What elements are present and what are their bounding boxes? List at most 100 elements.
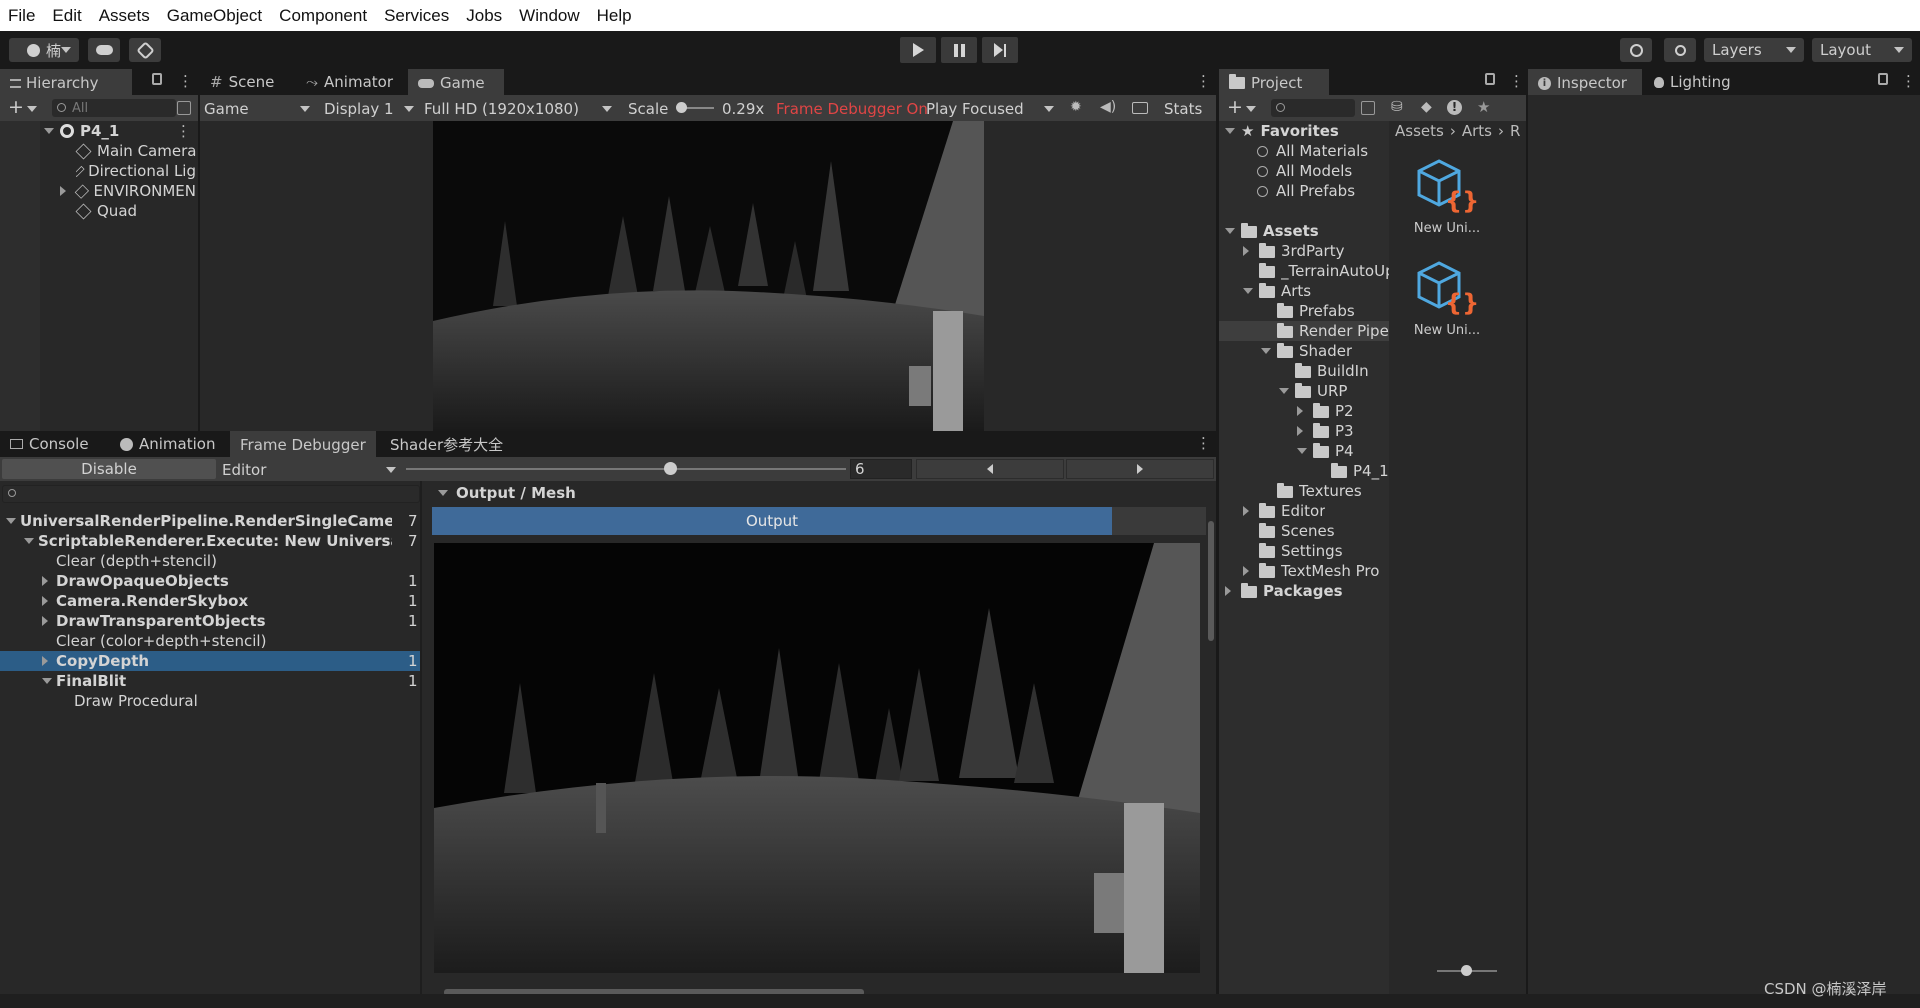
game-view-area[interactable] <box>200 121 1216 431</box>
expand-arrow-icon[interactable] <box>1243 246 1249 256</box>
warning-filter-icon[interactable]: ! <box>1447 100 1462 115</box>
hierarchy-scene-row[interactable]: P4_1 ⋮ <box>44 121 191 141</box>
expand-arrow-icon[interactable] <box>6 518 16 524</box>
search-filter-icon[interactable] <box>1361 101 1375 115</box>
expand-arrow-icon[interactable] <box>1243 288 1253 294</box>
next-event-button[interactable] <box>1066 459 1214 479</box>
add-icon[interactable]: + <box>8 96 24 118</box>
scale-slider[interactable] <box>676 102 714 113</box>
menu-component[interactable]: Component <box>271 6 376 26</box>
hierarchy-item[interactable]: Directional Lig <box>76 161 196 181</box>
project-folder-item[interactable]: P3 <box>1219 421 1389 441</box>
chevron-down-icon[interactable] <box>1246 106 1256 112</box>
project-folder-item[interactable]: _TerrainAutoUp <box>1219 261 1389 281</box>
event-search-input[interactable] <box>2 485 420 503</box>
expand-arrow-icon[interactable] <box>1225 228 1235 234</box>
tab-inspector[interactable]: i Inspector <box>1528 69 1642 95</box>
project-search-input[interactable] <box>1271 99 1355 117</box>
history-button[interactable] <box>1620 38 1652 62</box>
asset-zoom-thumb[interactable] <box>1461 965 1472 976</box>
chevron-down-icon[interactable] <box>27 106 37 112</box>
project-folder-item[interactable]: P4 <box>1219 441 1389 461</box>
step-button[interactable] <box>982 37 1018 63</box>
expand-arrow-icon[interactable] <box>1297 426 1303 436</box>
event-index-field[interactable]: 6 <box>850 459 912 479</box>
add-icon[interactable]: + <box>1227 96 1243 118</box>
speaker-icon[interactable]: ◀) <box>1100 99 1116 115</box>
expand-arrow-icon[interactable] <box>42 576 48 586</box>
asset-item[interactable]: {} New Uni... <box>1413 259 1485 349</box>
project-folder-item[interactable]: Assets <box>1219 221 1389 241</box>
event-row[interactable]: FinalBlit 1 <box>0 671 420 691</box>
event-row[interactable]: ScriptableRenderer.Execute: New Universa… <box>0 531 420 551</box>
project-folder-item[interactable]: 3rdParty <box>1219 241 1389 261</box>
lock-icon[interactable] <box>1878 73 1888 85</box>
event-row[interactable]: DrawTransparentObjects 1 <box>0 611 420 631</box>
play-focused-dropdown[interactable]: Play Focused <box>926 98 1056 120</box>
kebab-menu-icon[interactable]: ⋮ <box>1196 72 1211 90</box>
search-button[interactable] <box>1664 38 1696 62</box>
kebab-menu-icon[interactable]: ⋮ <box>176 122 191 140</box>
search-filter-icon[interactable] <box>177 101 191 115</box>
tab-animator[interactable]: ⤳ Animator <box>296 69 408 95</box>
project-folder-item[interactable]: URP <box>1219 381 1389 401</box>
tab-project[interactable]: Project <box>1219 69 1329 95</box>
mesh-tab-placeholder[interactable] <box>1112 507 1206 535</box>
favorites-row[interactable]: ★ Favorites <box>1225 121 1339 141</box>
menu-help[interactable]: Help <box>589 6 641 26</box>
project-folder-item[interactable]: Textures <box>1219 481 1389 501</box>
breadcrumb-current[interactable]: R <box>1510 122 1520 140</box>
expand-arrow-icon[interactable] <box>1279 388 1289 394</box>
expand-arrow-icon[interactable] <box>1261 348 1271 354</box>
game-mode-dropdown[interactable]: Game <box>204 98 312 120</box>
project-folder-item[interactable]: Settings <box>1219 541 1389 561</box>
breadcrumb-assets[interactable]: Assets <box>1395 122 1444 140</box>
type-filter-icon[interactable]: ⛁ <box>1391 99 1403 115</box>
event-row[interactable]: DrawOpaqueObjects 1 <box>0 571 420 591</box>
tab-scene[interactable]: # Scene <box>200 69 296 95</box>
asset-item[interactable]: {} New Uni... <box>1413 157 1485 247</box>
menu-assets[interactable]: Assets <box>91 6 159 26</box>
kebab-menu-icon[interactable]: ⋮ <box>1196 434 1211 452</box>
lock-icon[interactable] <box>152 73 162 85</box>
project-folder-item[interactable]: P2 <box>1219 401 1389 421</box>
lock-icon[interactable] <box>1485 73 1495 85</box>
output-render-image[interactable] <box>434 543 1200 973</box>
output-mesh-header[interactable]: Output / Mesh <box>438 483 576 503</box>
project-folder-item[interactable]: BuildIn <box>1219 361 1389 381</box>
project-folder-item[interactable]: Scenes <box>1219 521 1389 541</box>
event-row[interactable]: Clear (depth+stencil) <box>0 551 420 571</box>
prev-event-button[interactable] <box>916 459 1064 479</box>
label-filter-icon[interactable]: ◆ <box>1421 99 1432 115</box>
tab-frame-debugger[interactable]: Frame Debugger <box>230 431 376 457</box>
layers-dropdown[interactable]: Layers <box>1704 38 1804 62</box>
favorite-item[interactable]: All Materials <box>1257 141 1368 161</box>
event-row[interactable]: Camera.RenderSkybox 1 <box>0 591 420 611</box>
pause-button[interactable] <box>941 37 977 63</box>
menu-window[interactable]: Window <box>511 6 588 26</box>
event-row[interactable]: UniversalRenderPipeline.RenderSingleCame… <box>0 511 420 531</box>
resolution-dropdown[interactable]: Full HD (1920x1080) <box>424 98 614 120</box>
display-dropdown[interactable]: Display 1 <box>324 98 416 120</box>
hierarchy-item[interactable]: Main Camera <box>75 141 196 161</box>
tab-shader-reference[interactable]: Shader参考大全 <box>380 431 510 457</box>
disable-button[interactable]: Disable <box>2 459 216 479</box>
tab-game[interactable]: Game <box>408 69 504 95</box>
breadcrumb-arts[interactable]: Arts <box>1462 122 1492 140</box>
expand-arrow-icon[interactable] <box>1243 506 1249 516</box>
star-icon[interactable]: ★ <box>1477 98 1490 116</box>
expand-arrow-icon[interactable] <box>42 616 48 626</box>
expand-arrow-icon[interactable] <box>1225 586 1231 596</box>
bug-icon[interactable]: ✹ <box>1070 99 1082 115</box>
expand-arrow-icon[interactable] <box>24 538 34 544</box>
account-button[interactable]: 楠 <box>9 38 79 62</box>
event-slider-thumb[interactable] <box>664 462 677 475</box>
cloud-button[interactable] <box>88 38 120 62</box>
kebab-menu-icon[interactable]: ⋮ <box>1509 72 1524 90</box>
event-slider[interactable] <box>406 462 846 475</box>
kebab-menu-icon[interactable]: ⋮ <box>1901 72 1916 90</box>
event-row[interactable]: CopyDepth 1 <box>0 651 420 671</box>
tab-lighting[interactable]: Lighting <box>1644 69 1744 95</box>
project-folder-item[interactable]: Editor <box>1219 501 1389 521</box>
event-row[interactable]: Draw Procedural <box>0 691 420 711</box>
